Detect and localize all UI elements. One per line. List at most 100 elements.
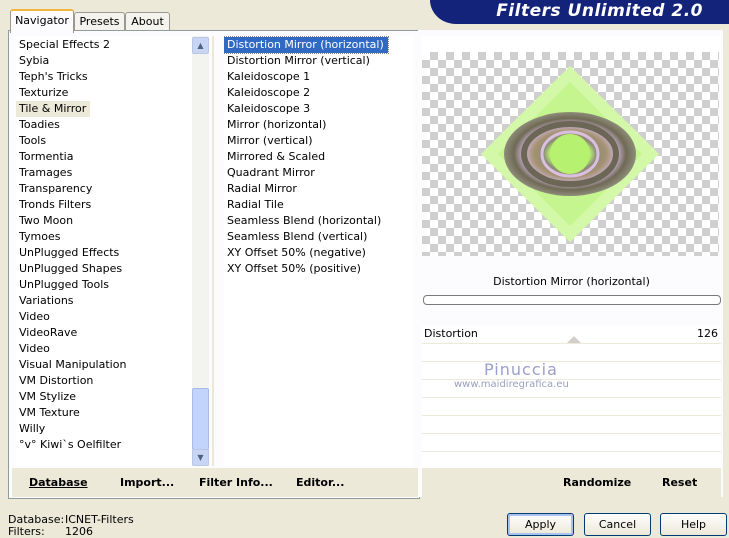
category-item-label: Willy	[19, 422, 46, 435]
category-item[interactable]: VM Stylize	[16, 389, 192, 405]
navigator-button-bar: Database Import... Filter Info... Editor…	[12, 468, 418, 497]
watermark-url: www.maidiregrafica.eu	[454, 379, 569, 390]
category-item[interactable]: Variations	[16, 293, 192, 309]
editor-button[interactable]: Editor...	[296, 476, 344, 489]
category-item[interactable]: Tramages	[16, 165, 192, 181]
filter-item[interactable]: Distortion Mirror (vertical)	[224, 53, 414, 69]
category-item-label: °v° Kiwi`s Oelfilter	[19, 438, 122, 451]
category-item-label: Tymoes	[19, 230, 61, 243]
category-item[interactable]: Visual Manipulation	[16, 357, 192, 373]
filter-item[interactable]: Mirror (vertical)	[224, 133, 414, 149]
category-item[interactable]: Texturize	[16, 85, 192, 101]
category-item[interactable]: UnPlugged Effects	[16, 245, 192, 261]
category-item[interactable]: UnPlugged Shapes	[16, 261, 192, 277]
filter-item-label: Radial Mirror	[227, 182, 297, 195]
filter-item[interactable]: Mirrored & Scaled	[224, 149, 414, 165]
title-banner: Filters Unlimited 2.0	[430, 0, 729, 24]
category-item[interactable]: Two Moon	[16, 213, 192, 229]
chevron-up-icon: ▲	[197, 41, 204, 50]
filter-list[interactable]: Distortion Mirror (horizontal) Distortion…	[224, 36, 414, 466]
category-item[interactable]: Toadies	[16, 117, 192, 133]
parameter-label: Distortion	[424, 327, 478, 340]
filter-item[interactable]: Kaleidoscope 3	[224, 101, 414, 117]
randomize-button[interactable]: Randomize	[563, 476, 631, 489]
tab-navigator[interactable]: Navigator	[10, 9, 74, 33]
category-item-label: VideoRave	[19, 326, 78, 339]
category-item[interactable]: Sybia	[16, 53, 192, 69]
filter-item-label: Mirror (horizontal)	[227, 118, 327, 131]
watermark-name: Pinuccia	[484, 360, 558, 379]
filter-info-button[interactable]: Filter Info...	[199, 476, 273, 489]
status-filters-label: Filters:	[8, 525, 45, 538]
parameter-value: 126	[697, 327, 718, 340]
filter-item[interactable]: Kaleidoscope 2	[224, 85, 414, 101]
category-item[interactable]: UnPlugged Tools	[16, 277, 192, 293]
category-item-label: VM Texture	[19, 406, 80, 419]
filter-item-label: Kaleidoscope 1	[227, 70, 311, 83]
progress-bar	[423, 295, 721, 305]
category-item[interactable]: Teph's Tricks	[16, 69, 192, 85]
category-item[interactable]: Tile & Mirror	[16, 101, 192, 117]
category-item-label: Video	[19, 342, 50, 355]
category-list[interactable]: Special Effects 2 Sybia Teph's Tricks Textu…	[16, 36, 192, 466]
category-scrollbar[interactable]: ▲ ▼	[192, 36, 209, 466]
database-button[interactable]: Database	[29, 476, 88, 489]
filter-item[interactable]: Radial Mirror	[224, 181, 414, 197]
category-item[interactable]: Transparency	[16, 181, 192, 197]
parameter-row[interactable]: Distortion 126	[422, 326, 721, 344]
category-item-label: VM Stylize	[19, 390, 76, 403]
category-item-label: VM Distortion	[19, 374, 94, 387]
category-item[interactable]: VM Distortion	[16, 373, 192, 389]
category-item-label: Visual Manipulation	[19, 358, 127, 371]
filter-item-label: XY Offset 50% (positive)	[227, 262, 361, 275]
scroll-down-button[interactable]: ▼	[192, 449, 209, 466]
parameter-row-empty	[422, 362, 721, 380]
category-item-label: Tormentia	[19, 150, 74, 163]
category-item-label: Variations	[19, 294, 74, 307]
category-item[interactable]: VM Texture	[16, 405, 192, 421]
filter-item[interactable]: Quadrant Mirror	[224, 165, 414, 181]
filter-item-label: XY Offset 50% (negative)	[227, 246, 366, 259]
category-item-label: Texturize	[19, 86, 69, 99]
category-item[interactable]: Tools	[16, 133, 192, 149]
category-item-label: UnPlugged Effects	[19, 246, 120, 259]
tab-about[interactable]: About	[125, 12, 170, 31]
category-item[interactable]: Tormentia	[16, 149, 192, 165]
category-item[interactable]: Video	[16, 309, 192, 325]
category-item[interactable]: Tronds Filters	[16, 197, 192, 213]
tab-presets[interactable]: Presets	[74, 12, 125, 31]
help-button[interactable]: Help	[660, 513, 727, 536]
filter-item[interactable]: Seamless Blend (horizontal)	[224, 213, 414, 229]
filter-item[interactable]: Distortion Mirror (horizontal)	[224, 36, 414, 54]
selected-filter-name: Distortion Mirror (horizontal)	[493, 275, 650, 288]
category-item[interactable]: Willy	[16, 421, 192, 437]
scrollbar-thumb[interactable]	[192, 388, 209, 450]
category-item[interactable]: Video	[16, 341, 192, 357]
parameter-area: Distortion 126	[422, 326, 721, 470]
cancel-button[interactable]: Cancel	[584, 513, 651, 536]
category-item-label: UnPlugged Tools	[19, 278, 109, 291]
scroll-up-button[interactable]: ▲	[192, 37, 209, 54]
filter-item[interactable]: Kaleidoscope 1	[224, 69, 414, 85]
preview-button-bar: Randomize Reset	[422, 468, 721, 497]
filter-item[interactable]: Seamless Blend (vertical)	[224, 229, 414, 245]
category-item[interactable]: VideoRave	[16, 325, 192, 341]
preview-top-margin	[422, 36, 721, 52]
apply-button[interactable]: Apply	[507, 513, 574, 536]
filter-item[interactable]: XY Offset 50% (negative)	[224, 245, 414, 261]
filter-item-label: Distortion Mirror (horizontal)	[224, 36, 389, 54]
filter-item[interactable]: Radial Tile	[224, 197, 414, 213]
filter-item[interactable]: Mirror (horizontal)	[224, 117, 414, 133]
category-item-label: Two Moon	[19, 214, 74, 227]
app-title: Filters Unlimited 2.0	[496, 1, 703, 21]
category-item-label: Tile & Mirror	[16, 101, 91, 117]
slider-thumb[interactable]	[567, 336, 581, 343]
category-item[interactable]: Tymoes	[16, 229, 192, 245]
category-item[interactable]: °v° Kiwi`s Oelfilter	[16, 437, 192, 453]
parameter-row-empty	[422, 398, 721, 416]
import-button[interactable]: Import...	[120, 476, 174, 489]
category-item[interactable]: Special Effects 2	[16, 37, 192, 53]
filter-item[interactable]: XY Offset 50% (positive)	[224, 261, 414, 277]
category-item-label: Transparency	[19, 182, 93, 195]
reset-button[interactable]: Reset	[662, 476, 697, 489]
